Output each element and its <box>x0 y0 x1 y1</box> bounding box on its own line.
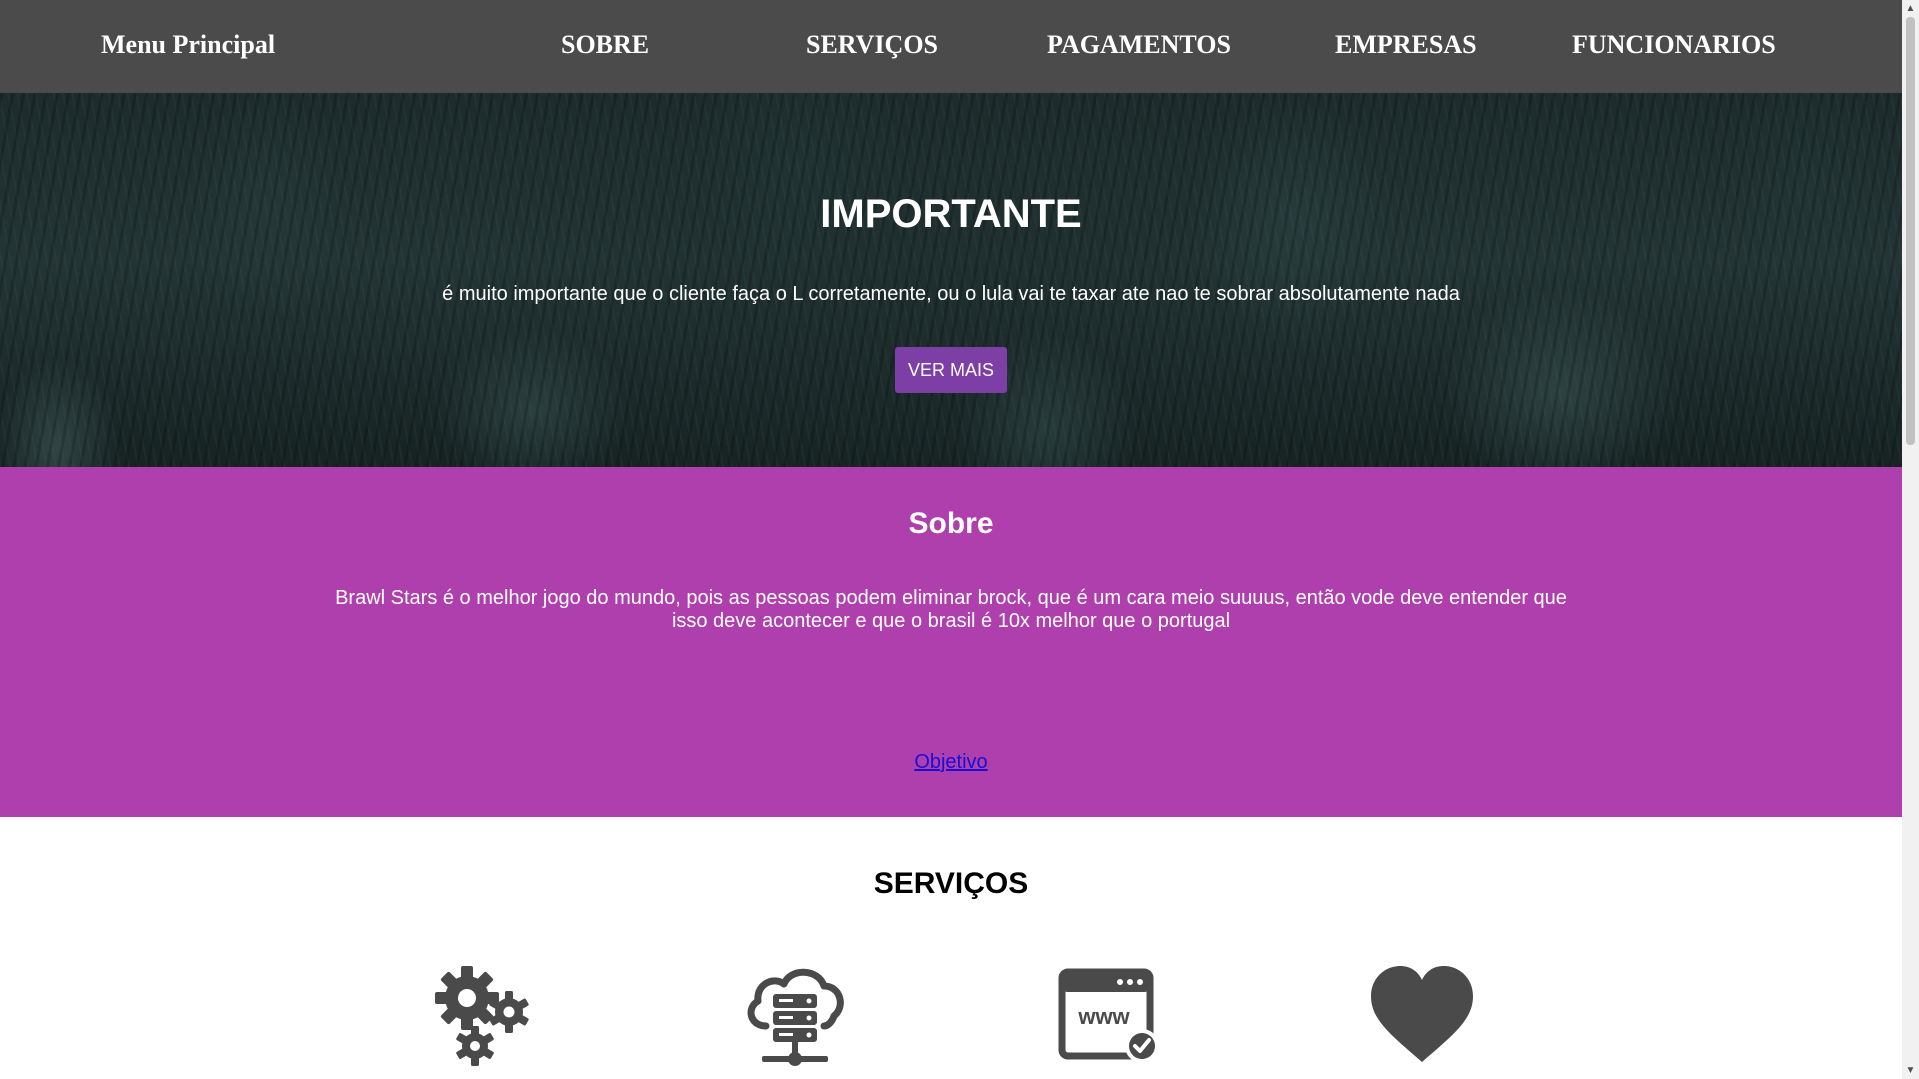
objetivo-link[interactable]: Objetivo <box>914 751 987 773</box>
website-check-icon: www <box>1058 968 1159 1063</box>
scroll-up-arrow-icon[interactable]: ▲ <box>1902 0 1919 17</box>
ver-mais-button[interactable]: VER MAIS <box>895 347 1007 393</box>
nav-link-sobre[interactable]: SOBRE <box>561 30 649 60</box>
scrollbar-thumb[interactable] <box>1906 17 1915 445</box>
scroll-down-arrow-icon[interactable]: ▼ <box>1902 1062 1919 1079</box>
cloud-server-icon <box>747 968 844 1066</box>
nav-link-empresas[interactable]: EMPRESAS <box>1335 30 1477 60</box>
vertical-scrollbar[interactable]: ▲ ▼ <box>1902 0 1919 1079</box>
page: Menu Principal SOBRE SERVIÇOS PAGAMENTOS… <box>0 0 1902 1079</box>
sobre-title: Sobre <box>908 507 994 540</box>
nav-link-funcionarios[interactable]: FUNCIONARIOS <box>1572 30 1776 60</box>
servicos-title: SERVIÇOS <box>873 867 1029 900</box>
top-navbar: Menu Principal SOBRE SERVIÇOS PAGAMENTOS… <box>0 0 1902 93</box>
hero-title: IMPORTANTE <box>820 192 1082 236</box>
hero-text: é muito importante que o cliente faça o … <box>442 283 1460 305</box>
nav-link-servicos[interactable]: SERVIÇOS <box>806 30 938 60</box>
svg-text:www: www <box>1077 1004 1130 1029</box>
sobre-section: Sobre Brawl Stars é o melhor jogo do mun… <box>0 467 1902 817</box>
nav-link-pagamentos[interactable]: PAGAMENTOS <box>1047 30 1231 60</box>
nav-brand[interactable]: Menu Principal <box>101 30 275 60</box>
heart-icon <box>1371 966 1473 1062</box>
hero-banner: IMPORTANTE é muito importante que o clie… <box>0 93 1902 467</box>
forest-background <box>0 93 1902 467</box>
sobre-text: Brawl Stars é o melhor jogo do mundo, po… <box>335 587 1567 632</box>
objetivo-link-wrapper: Objetivo <box>0 751 1902 774</box>
gears-icon <box>435 966 529 1066</box>
